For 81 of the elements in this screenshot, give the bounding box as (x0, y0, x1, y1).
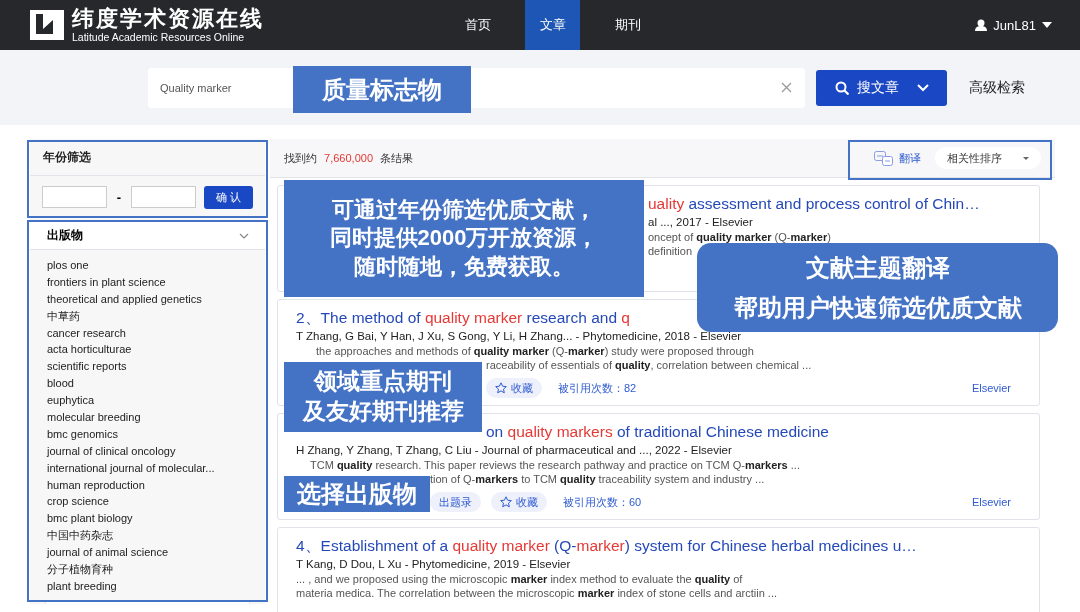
chevron-icon (916, 83, 929, 92)
publication-item[interactable]: crop science (47, 493, 265, 511)
callout-text: 可通过年份筛选优质文献， (332, 195, 596, 224)
publisher-link[interactable]: Elsevier (971, 496, 1011, 508)
publication-item[interactable]: international journal of molecular... (47, 459, 265, 477)
abstract-text: definition (648, 245, 693, 257)
callout-text: 帮助用户快速筛选优质文献 (733, 292, 1022, 323)
range-separator: - (115, 189, 123, 205)
publication-item[interactable]: journal of animal science (47, 544, 265, 562)
section-title: 出版物 (47, 227, 83, 244)
publication-item[interactable]: journal of clinical oncology (47, 442, 265, 460)
result-meta: T Kang, D Dou, L Xu - Phytomedicine, 2019 - Elsevier (296, 558, 571, 570)
result-meta: H Zhang, Y Zhang, T Zhang, C Liu - Journal of pharmaceutical and ..., 2022 - Elsevier (296, 444, 732, 456)
sort-dropdown[interactable]: 相关性排序 (935, 147, 1041, 169)
result-title[interactable]: 2、The method of quality marker research and q (296, 309, 630, 326)
callout-text: 领域重点期刊 (314, 367, 452, 397)
abstract-text: TCM quality research. This paper reviews the research pathway and practice on TCM Q-markers ... (310, 459, 800, 471)
user-menu[interactable]: JunL81 (975, 17, 1052, 33)
callout-text: 文献主题翻译 (805, 253, 950, 284)
publication-item[interactable]: bmc genomics (47, 425, 265, 443)
publication-item[interactable]: 分子植物育种 (47, 561, 265, 578)
publication-item[interactable]: cancer research (47, 324, 265, 342)
search-icon (834, 80, 849, 95)
year-from-field[interactable] (42, 186, 107, 208)
abstract-text: the approaches and methods of quality marker (Q-marker) study were proposed through (316, 345, 754, 357)
chevron-icon (239, 232, 249, 239)
clear-icon (781, 81, 792, 93)
publication-item[interactable]: bmc plant biology (47, 510, 265, 528)
logo-icon (30, 10, 64, 40)
abstract-text: ... , and we proposed using the microscopic marker index method to evaluate the quality of (296, 573, 743, 585)
publication-item[interactable]: blood (47, 375, 265, 393)
logo-title: 纬度学术资源在线 (72, 7, 264, 31)
citation-count: 被引用次数：82 (558, 380, 637, 396)
publication-item[interactable]: scientific reports (47, 358, 265, 376)
publication-item[interactable]: frontiers in plant science (47, 273, 265, 291)
nav-tab[interactable]: 首页 (450, 0, 505, 50)
translate-icon (874, 150, 893, 166)
result-meta: T Zhang, G Bai, Y Han, J Xu, S Gong, Y Li, H Zhang... - Phytomedicine, 2018 - Elsevier (296, 330, 742, 342)
result-meta: al ..., 2017 - Elsevier (648, 216, 753, 228)
publication-item[interactable]: theoretical and applied genetics (47, 290, 265, 308)
abstract-text: materia medica. The correlation between the microscopic marker index of stone cells and arctiin ... (296, 587, 777, 599)
caret-icon (1023, 156, 1029, 160)
nav-tab[interactable]: 期刊 (600, 0, 655, 50)
publication-item[interactable]: plant breeding (47, 577, 265, 595)
export-button[interactable]: 出题录 (430, 492, 481, 512)
star-icon (495, 382, 507, 394)
favorite-button[interactable]: 收藏 (486, 378, 542, 398)
result-title[interactable]: 4、Establishment of a quality marker (Q-marker) system for Chinese herbal medicines u… (296, 537, 917, 554)
translate-link[interactable]: 翻译 (874, 150, 921, 166)
callout-text: 同时提供2000万开放资源， (329, 224, 599, 253)
abstract-text: oncept of quality marker (Q-marker) (648, 231, 831, 243)
callout-text: 随时随地，免费获取。 (354, 252, 574, 281)
callout-text: 及友好期刊推荐 (302, 397, 464, 426)
logo-subtitle: Latitude Academic Resources Online (72, 31, 246, 43)
section-title: 年份筛选 (30, 139, 265, 176)
confirm-button[interactable]: 确 认 (204, 185, 253, 209)
result-count: 找到约 7,660,000 条结果 (284, 150, 414, 166)
result-title[interactable]: uality assessment and process control of Chin… (648, 195, 980, 212)
result-title[interactable]: on quality markers of traditional Chinese medicine (486, 423, 829, 440)
star-icon (500, 496, 512, 508)
caret-icon (1042, 22, 1052, 28)
citation-count: 被引用次数：60 (563, 494, 642, 510)
publication-item[interactable]: human reproduction (47, 476, 265, 494)
publication-item[interactable]: 中草药 (47, 307, 265, 325)
search-button[interactable]: 搜文章 (816, 69, 947, 106)
year-to-field[interactable] (131, 186, 196, 208)
abstract-text: tion of Q-markers to TCM quality traceability system and industry ... (430, 473, 765, 485)
advanced-search-link[interactable]: 高级检索 (969, 78, 1025, 97)
publication-item[interactable]: plos one (47, 257, 265, 274)
publication-item[interactable]: 中国中药杂志 (47, 527, 265, 545)
publication-header[interactable]: 出版物 (30, 222, 265, 250)
publication-item[interactable]: molecular breeding (47, 409, 265, 426)
favorite-button[interactable]: 收藏 (491, 492, 547, 512)
callout-text: 质量标志物 (322, 74, 442, 105)
publisher-link[interactable]: Elsevier (971, 382, 1011, 394)
user-icon (975, 19, 988, 31)
callout-text: 选择出版物 (297, 479, 417, 510)
nav-tab[interactable]: 文章 (525, 0, 580, 50)
publication-item[interactable]: acta horticulturae (47, 341, 265, 359)
publication-item[interactable]: euphytica (47, 392, 265, 409)
abstract-text: raceability of essentials of quality, correlation between chemical ... (486, 359, 812, 371)
